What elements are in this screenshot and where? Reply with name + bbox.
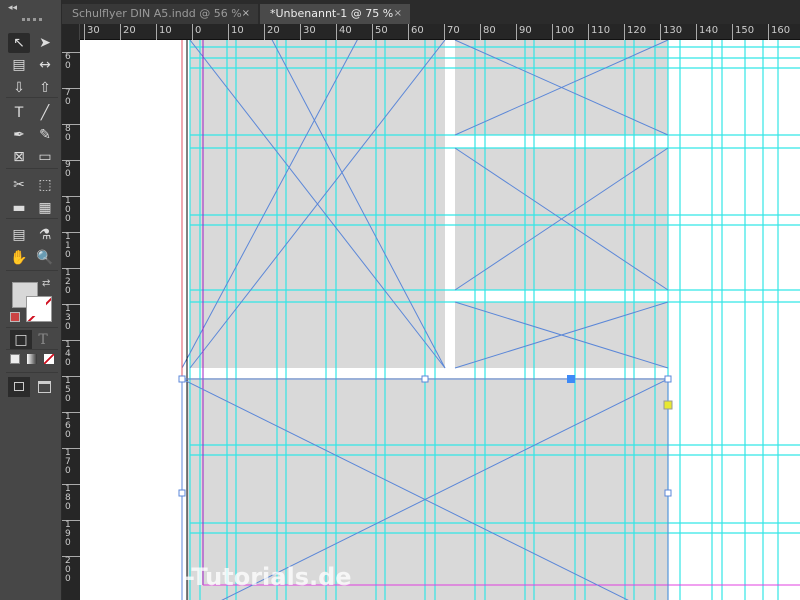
ruler-label: 90 [516, 24, 532, 40]
content-placer-tool[interactable]: ⇧ [34, 78, 56, 98]
ruler-label: 1 7 0 [62, 448, 80, 476]
page-tool[interactable]: ▤ [8, 55, 30, 75]
ruler-label: 1 5 0 [62, 376, 80, 404]
hand-tool[interactable]: ✋ [8, 248, 30, 268]
ruler-label: 6 0 [62, 52, 80, 71]
content-collector-tool[interactable]: ⇩ [8, 78, 30, 98]
gap-tool[interactable]: ↔ [34, 55, 56, 75]
rectangle-frame-tool[interactable]: ⊠ [8, 147, 30, 167]
tab-schulflyer[interactable]: Schulflyer DIN A5.indd @ 56 % × [62, 4, 258, 24]
apply-color-button[interactable] [10, 354, 20, 364]
type-tool[interactable]: T [8, 103, 30, 123]
ruler-label: 30 [300, 24, 316, 40]
selection-tool[interactable]: ↖ [8, 33, 30, 53]
swap-colors-icon[interactable]: ⇄ [42, 278, 50, 289]
ruler-label: 7 0 [62, 88, 80, 107]
ruler-label: 1 8 0 [62, 484, 80, 512]
tab-unbenannt[interactable]: *Unbenannt-1 @ 75 % × [260, 4, 410, 24]
apply-gradient-button[interactable] [27, 354, 37, 364]
note-tool[interactable]: ▤ [8, 225, 30, 245]
vertical-ruler[interactable]: 6 0 7 0 8 0 9 0 1 0 0 1 1 0 1 2 0 1 3 0 1 4 0 1 5… [62, 40, 80, 600]
default-colors-icon[interactable] [10, 312, 20, 322]
ruler-label: 0 [192, 24, 201, 40]
ruler-label: 120 [624, 24, 646, 40]
ruler-label: 150 [732, 24, 754, 40]
tab-label: Schulflyer DIN A5.indd @ 56 % [72, 7, 242, 20]
ruler-label: 70 [444, 24, 460, 40]
ruler-label: 160 [768, 24, 790, 40]
ruler-label: 1 6 0 [62, 412, 80, 440]
watermark: -Tutorials.de [185, 563, 352, 591]
ruler-label: 130 [660, 24, 682, 40]
screen-mode-button[interactable] [38, 381, 51, 393]
zoom-tool[interactable]: 🔍 [34, 248, 56, 268]
ruler-label: 80 [480, 24, 496, 40]
ruler-label: 1 0 0 [62, 196, 80, 224]
line-tool[interactable]: ╱ [34, 103, 56, 123]
stroke-swatch[interactable] [26, 296, 52, 322]
ruler-label: 2 0 0 [62, 556, 80, 584]
document-canvas[interactable] [80, 40, 800, 600]
ruler-label: 100 [552, 24, 574, 40]
pen-tool[interactable]: ✒ [8, 125, 30, 145]
formatting-affects-container-button[interactable]: □ [10, 330, 32, 350]
ruler-label: 1 4 0 [62, 340, 80, 368]
ruler-label: 1 1 0 [62, 232, 80, 260]
ruler-label: 1 9 0 [62, 520, 80, 548]
ruler-label: 10 [156, 24, 172, 40]
ruler-label: 1 2 0 [62, 268, 80, 296]
content-grabber-handle[interactable] [567, 375, 575, 383]
ruler-label: 110 [588, 24, 610, 40]
ruler-origin[interactable] [62, 24, 80, 40]
selection-handle[interactable] [178, 489, 186, 497]
ruler-label: 40 [336, 24, 352, 40]
ruler-label: 30 [84, 24, 100, 40]
direct-selection-tool[interactable]: ➤ [34, 33, 56, 53]
live-corner-handle[interactable] [663, 400, 673, 410]
rectangle-tool[interactable]: ▭ [34, 147, 56, 167]
document-tabs: Schulflyer DIN A5.indd @ 56 % × *Unbenann… [62, 0, 800, 24]
eyedropper-tool[interactable]: ⚗ [34, 225, 56, 245]
selection-handle[interactable] [421, 375, 429, 383]
close-tab-icon[interactable]: × [242, 4, 250, 24]
gradient-feather-tool[interactable]: ▦ [34, 198, 56, 218]
selection-handle[interactable] [664, 375, 672, 383]
ruler-label: 60 [408, 24, 424, 40]
selection-handle[interactable] [664, 489, 672, 497]
ruler-label: 140 [696, 24, 718, 40]
selection-handle[interactable] [178, 375, 186, 383]
panel-grip[interactable] [22, 18, 42, 22]
tools-panel: ◂◂ ↖ ➤ ▤ ↔ ⇩ ⇧ T ╱ ✒ ✎ ⊠ ▭ ✂ ⬚ ▬ ▦ ▤ ⚗ ✋ 🔍 ⇄ □ T [0, 0, 62, 600]
tab-label: *Unbenannt-1 @ 75 % [270, 7, 394, 20]
horizontal-ruler[interactable]: 30 20 10 0 10 20 30 40 50 60 70 80 90 100 110 120 130 140… [80, 24, 800, 40]
ruler-label: 8 0 [62, 124, 80, 143]
ruler-label: 20 [264, 24, 280, 40]
formatting-affects-text-button[interactable]: T [32, 330, 54, 350]
ruler-label: 9 0 [62, 160, 80, 179]
free-transform-tool[interactable]: ⬚ [34, 175, 56, 195]
layout-artwork [178, 40, 800, 600]
ruler-label: 50 [372, 24, 388, 40]
scissors-tool[interactable]: ✂ [8, 175, 30, 195]
ruler-label: 20 [120, 24, 136, 40]
ruler-label: 1 3 0 [62, 304, 80, 332]
collapse-panel-button[interactable]: ◂◂ [8, 3, 17, 13]
pencil-tool[interactable]: ✎ [34, 125, 56, 145]
close-tab-icon[interactable]: × [394, 4, 402, 24]
apply-none-button[interactable] [44, 354, 54, 364]
ruler-label: 10 [228, 24, 244, 40]
normal-view-button[interactable] [8, 377, 30, 397]
gradient-swatch-tool[interactable]: ▬ [8, 198, 30, 218]
